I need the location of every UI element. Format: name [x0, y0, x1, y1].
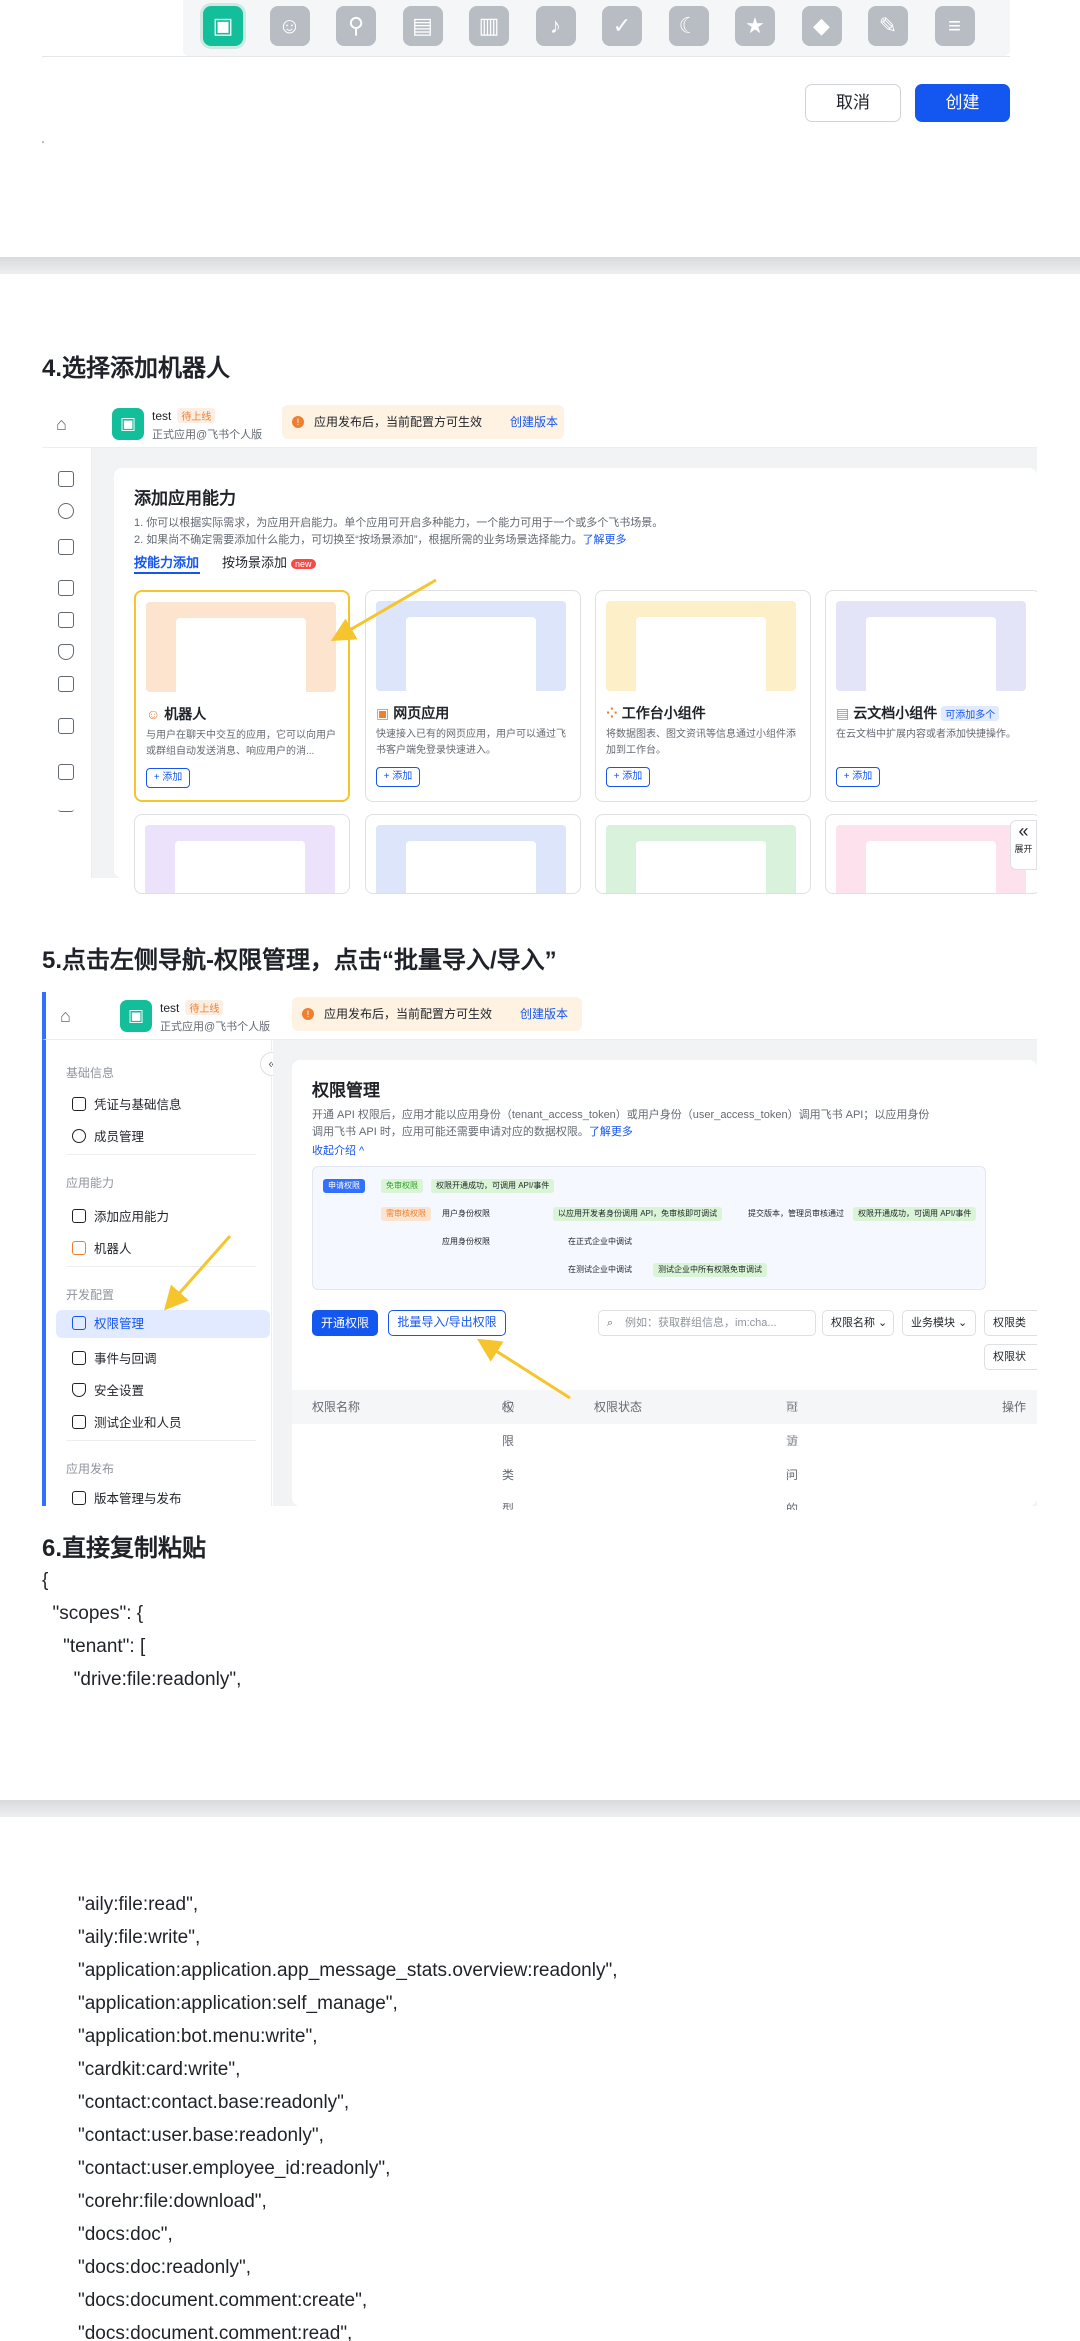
arrow-to-permission-nav [164, 1235, 232, 1311]
page: ▣ ☺ ⚲ ▤ ▥ ♪ ✓ ☾ ★ ◆ ✎ ≡ 取消 创建 ' 4.选择添加机器人 ⌂ ▣ test 待… [0, 0, 1080, 2341]
arrow-to-bot-card [330, 578, 437, 642]
arrow-to-import-button [476, 1338, 571, 1400]
annotation-arrows [164, 578, 571, 1400]
